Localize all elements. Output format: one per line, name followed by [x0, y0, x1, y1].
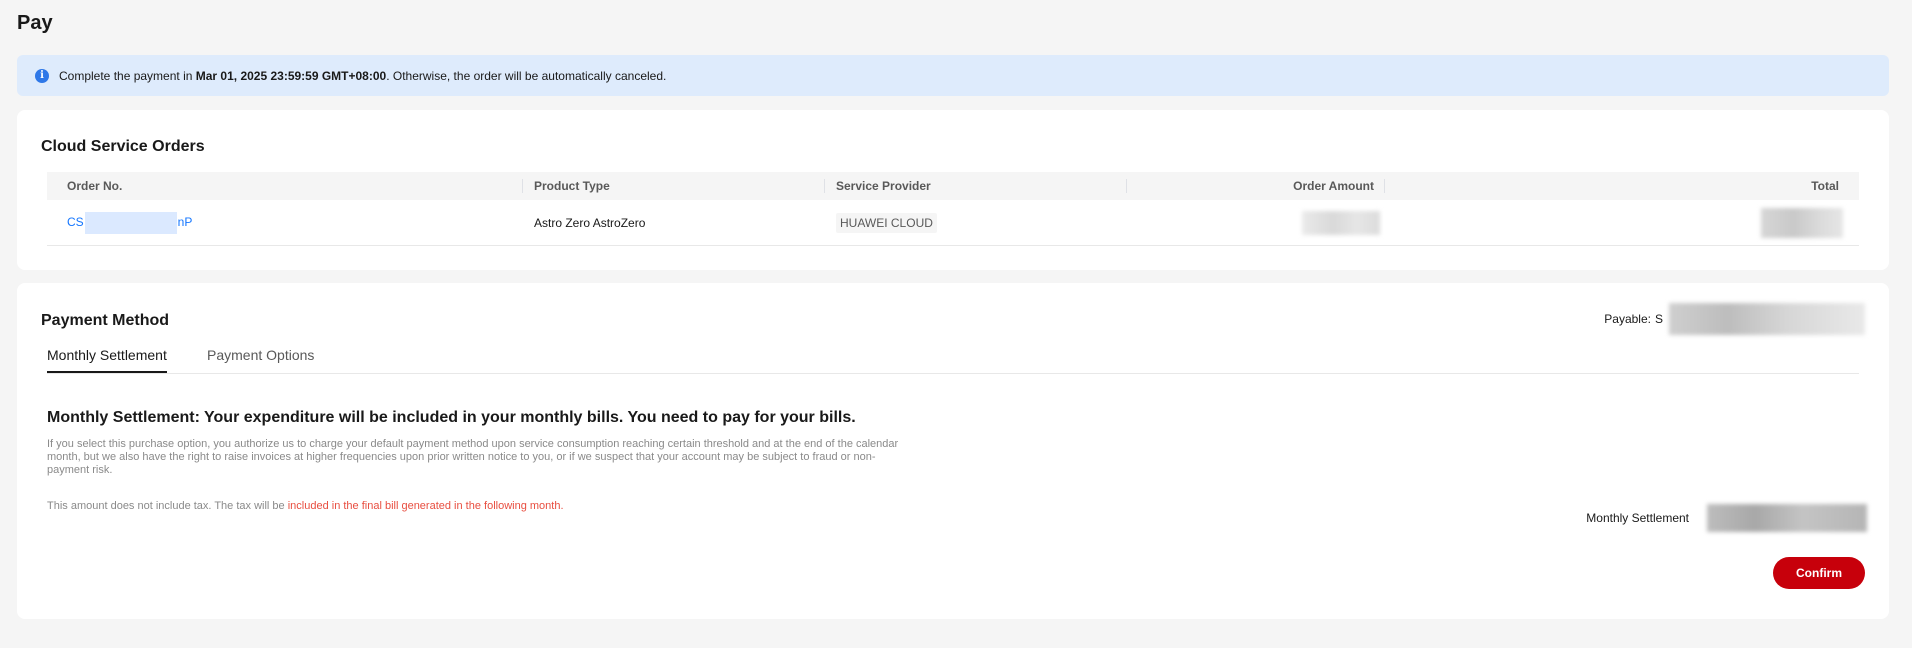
column-service-provider: Service Provider	[824, 172, 931, 200]
orders-table: Order No. Product Type Service Provider …	[47, 172, 1859, 246]
service-provider-tag: HUAWEI CLOUD	[836, 212, 937, 233]
payment-tabs: Monthly Settlement Payment Options	[47, 343, 1859, 374]
confirm-button[interactable]: Confirm	[1773, 557, 1865, 589]
monthly-settlement-label: Monthly Settlement	[1586, 511, 1689, 525]
payment-deadline-notice: i Complete the payment in Mar 01, 2025 2…	[17, 55, 1889, 96]
monthly-settlement-redacted	[1707, 504, 1867, 532]
settlement-heading: Monthly Settlement: Your expenditure wil…	[47, 409, 856, 426]
info-icon: i	[35, 68, 49, 83]
payable-prefix: S	[1654, 312, 1663, 326]
total-redacted	[1761, 207, 1843, 238]
column-order-amount: Order Amount	[1126, 172, 1384, 200]
order-no-redaction	[84, 211, 177, 234]
table-row: CS nP Astro Zero AstroZero HUAWEI CLOUD	[47, 200, 1859, 246]
product-type-cell: Astro Zero AstroZero	[534, 215, 646, 230]
total-cell	[1761, 200, 1843, 245]
column-product-type: Product Type	[522, 172, 610, 200]
orders-title: Cloud Service Orders	[41, 138, 205, 155]
service-provider-cell: HUAWEI CLOUD	[836, 200, 937, 245]
order-number-cell: CS nP	[67, 200, 192, 245]
order-no-prefix: CS	[67, 214, 84, 229]
order-no-suffix: nP	[177, 214, 193, 229]
tax-note-highlight: included in the final bill generated in …	[287, 500, 564, 512]
orders-card: Cloud Service Orders Order No. Product T…	[17, 110, 1889, 270]
page-title: Pay	[17, 12, 53, 34]
payable-redacted	[1669, 303, 1865, 335]
notice-prefix: Complete the payment in	[59, 68, 196, 83]
order-amount-cell	[1302, 200, 1380, 245]
orders-table-header: Order No. Product Type Service Provider …	[47, 172, 1859, 200]
column-total: Total	[1384, 172, 1859, 200]
payment-card: Payment Method Payable: S Monthly Settle…	[17, 283, 1889, 619]
tax-note-text: This amount does not include tax. The ta…	[47, 500, 288, 512]
notice-text: Complete the payment in Mar 01, 2025 23:…	[59, 69, 666, 83]
tab-monthly-settlement[interactable]: Monthly Settlement	[47, 343, 167, 373]
notice-suffix: . Otherwise, the order will be automatic…	[386, 68, 667, 83]
notice-deadline: Mar 01, 2025 23:59:59 GMT+08:00	[195, 68, 387, 83]
payable-label: Payable:	[1604, 312, 1651, 326]
tab-payment-options[interactable]: Payment Options	[207, 343, 314, 373]
tax-note: This amount does not include tax. The ta…	[47, 500, 564, 512]
order-number-link[interactable]: CS nP	[67, 211, 193, 234]
monthly-settlement-amount: Monthly Settlement	[1586, 504, 1867, 532]
order-amount-redacted	[1302, 210, 1380, 235]
payable-amount: Payable: S	[1604, 303, 1865, 335]
payment-method-title: Payment Method	[41, 312, 170, 329]
settlement-description: If you select this purchase option, you …	[47, 438, 899, 476]
column-order-no: Order No.	[67, 179, 123, 193]
